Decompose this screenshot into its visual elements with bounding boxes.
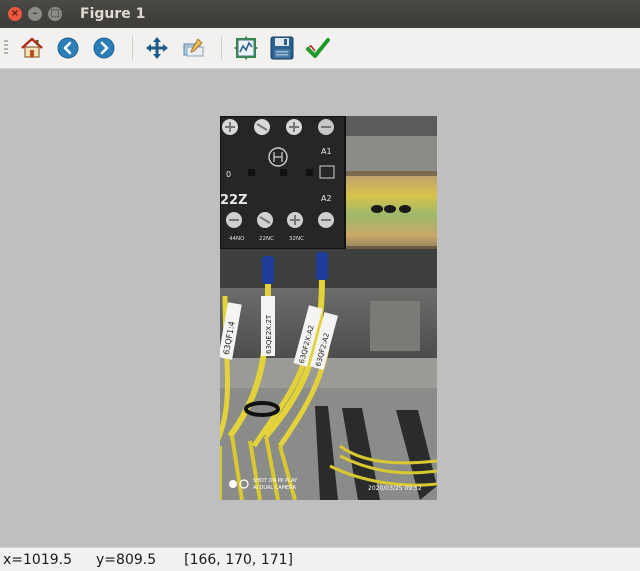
subplots-button[interactable]: [230, 32, 262, 64]
terminal-0-label: 0: [226, 170, 231, 179]
toolbar-separator: [221, 36, 222, 60]
back-button[interactable]: [52, 32, 84, 64]
edit-axes-button[interactable]: [302, 32, 334, 64]
toolbar-grip[interactable]: [4, 40, 8, 56]
subplots-icon: [234, 36, 258, 60]
pixel-value-readout: [166, 170, 171]: [184, 551, 294, 568]
figure-canvas[interactable]: 0 A1 22Z A2 44NO 22NC 32NC 63QF1:4 63QE2…: [0, 69, 640, 546]
window-title: Figure 1: [80, 6, 146, 22]
terminal-44no-label: 44NO: [229, 236, 245, 242]
toolbar-separator: [132, 36, 133, 60]
wire-sleeve-2: 63QE2X:2T: [265, 314, 273, 354]
cursor-x-readout: x=1019.5: [3, 551, 73, 568]
home-button[interactable]: [16, 32, 48, 64]
status-bar: x=1019.5 y=809.5 [166, 170, 171]: [0, 547, 640, 571]
terminal-32nc-label: 32NC: [289, 236, 304, 242]
cursor-y-readout: y=809.5: [96, 551, 157, 568]
close-button[interactable]: ×: [8, 7, 22, 21]
camera-watermark-line2: AI DUAL CAMERA: [253, 485, 296, 491]
save-button[interactable]: [266, 32, 298, 64]
back-arrow-icon: [57, 37, 79, 59]
terminal-a2-label: A2: [321, 194, 332, 203]
photo-timestamp: 2020/03/25 09:52: [368, 485, 422, 492]
home-icon: [21, 37, 43, 58]
title-bar: × – □ Figure 1: [0, 0, 640, 28]
checkmark-icon: [306, 38, 330, 58]
forward-button[interactable]: [88, 32, 120, 64]
maximize-button[interactable]: □: [48, 7, 62, 21]
terminal-22nc-label: 22NC: [259, 236, 274, 242]
floppy-icon: [270, 36, 294, 60]
relay-photo-drawing: 0 A1 22Z A2 44NO 22NC 32NC 63QF1:4 63QE2…: [220, 116, 437, 500]
camera-watermark-line1: SHOT ON MI PLAY: [253, 478, 298, 484]
move-icon: [146, 37, 168, 59]
zoom-button[interactable]: [177, 32, 209, 64]
relay-photo: 0 A1 22Z A2 44NO 22NC 32NC 63QF1:4 63QE2…: [220, 116, 437, 500]
pan-button[interactable]: [141, 32, 173, 64]
forward-arrow-icon: [93, 37, 115, 59]
minimize-button[interactable]: –: [28, 7, 42, 21]
toolbar: [0, 28, 640, 69]
zoom-rect-icon: [183, 38, 204, 57]
relay-model-label: 22Z: [220, 193, 248, 208]
terminal-a1-label: A1: [321, 147, 332, 156]
